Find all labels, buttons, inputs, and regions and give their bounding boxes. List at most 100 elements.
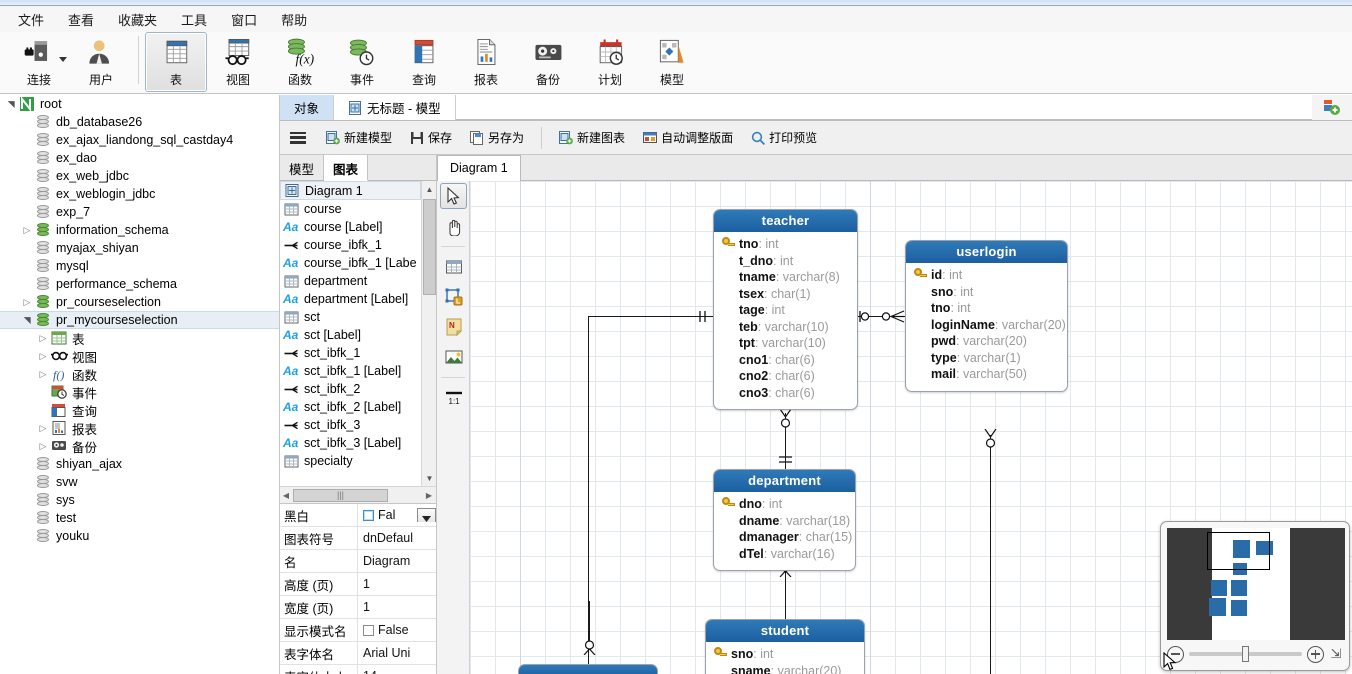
model-list-vscrollbar[interactable]: ▲ ▼	[421, 181, 436, 486]
tree-node-4[interactable]: ex_web_jdbc	[0, 167, 279, 185]
entity-field[interactable]: tpt: varchar(10)	[722, 335, 849, 352]
zoom-out-icon[interactable]	[1167, 645, 1184, 663]
property-value[interactable]: 1	[358, 577, 436, 591]
menu-item-1[interactable]: 查看	[56, 6, 106, 33]
tree-node-6[interactable]: exp_7	[0, 203, 279, 221]
property-value[interactable]: Arial Uni	[358, 646, 436, 660]
entity-student[interactable]: student sno: int sname: varchar(20)	[705, 619, 865, 674]
properties-grid[interactable]: 黑白 Fal 图表符号 dnDefaul 名 Diagram 高度 (页) 1 宽度 (页) 1 显…	[280, 503, 436, 674]
property-row[interactable]: 表字体大小 14	[280, 665, 436, 674]
tree-twisty-closed[interactable]: ▷	[36, 351, 50, 362]
connection-tree-panel[interactable]: ◢ root db_database26 ex_ajax_liandong_sql_c…	[0, 95, 280, 674]
property-dropdown-arrow[interactable]	[417, 508, 436, 522]
tree-twisty-closed[interactable]: ▷	[36, 423, 50, 434]
model-toolbar-new-model[interactable]: 新建模型	[318, 125, 400, 150]
tree-twisty-closed[interactable]: ▷	[20, 297, 34, 308]
add-object-button[interactable]	[1312, 95, 1352, 120]
model-panel-tab-1[interactable]: 图表	[324, 155, 369, 181]
model-panel-tab-0[interactable]: 模型	[280, 155, 325, 180]
model-toolbar-new-diagram[interactable]: 新建图表	[551, 125, 633, 150]
toolbar-button-table[interactable]: 表	[145, 32, 207, 92]
tree-node-11[interactable]: ▷ pr_courseselection	[0, 293, 279, 311]
property-value[interactable]: False	[358, 623, 436, 637]
property-row[interactable]: 图表符号 dnDefaul	[280, 527, 436, 550]
property-row[interactable]: 宽度 (页) 1	[280, 596, 436, 619]
entity-field[interactable]: dTel: varchar(16)	[722, 546, 847, 563]
entity-field[interactable]: loginName: varchar(20)	[914, 317, 1066, 334]
model-list-hscrollbar[interactable]: ◀ ||| ▶	[280, 486, 436, 503]
toolbar-button-report[interactable]: 报表	[455, 32, 517, 92]
diagram-tool-pointer[interactable]	[440, 183, 467, 209]
toolbar-button-view[interactable]: 视图	[207, 32, 269, 92]
diagram-minimap[interactable]: ⇲	[1160, 521, 1350, 671]
entity-field[interactable]: id: int	[914, 267, 1059, 284]
property-row[interactable]: 名 Diagram	[280, 550, 436, 573]
zoom-slider[interactable]	[1189, 646, 1302, 662]
toolbar-button-function[interactable]: f(x) 函数	[269, 32, 331, 92]
resize-grip-icon[interactable]: ⇲	[1329, 646, 1343, 662]
vscroll-thumb[interactable]	[423, 199, 436, 295]
entity-field[interactable]: cno2: char(6)	[722, 368, 849, 385]
tree-twisty-closed[interactable]: ▷	[36, 369, 50, 380]
model-object-row[interactable]: Aa sct_ibfk_2 [Label]	[280, 398, 421, 416]
toolbar-button-query[interactable]: 查询	[393, 32, 455, 92]
toolbar-button-event[interactable]: 事件	[331, 32, 393, 92]
diagram-tool-note-tool[interactable]: N	[437, 312, 470, 342]
tree-node-17[interactable]: 查询	[0, 401, 279, 419]
tab-diagram-1[interactable]: Diagram 1	[437, 155, 521, 181]
model-object-row[interactable]: course	[280, 200, 421, 218]
diagram-tool-table-tool[interactable]	[437, 252, 470, 282]
tree-node-15[interactable]: ▷ f() 函数	[0, 365, 279, 383]
tree-node-0[interactable]: ◢ root	[0, 95, 279, 113]
scroll-right-arrow[interactable]: ▶	[422, 491, 436, 500]
minimap-viewport-area[interactable]	[1167, 528, 1345, 640]
property-row[interactable]: 显示模式名 False	[280, 619, 436, 642]
toolbar-button-model[interactable]: 模型	[641, 32, 703, 92]
tree-node-1[interactable]: db_database26	[0, 113, 279, 131]
menu-item-3[interactable]: 工具	[169, 6, 219, 33]
model-object-row[interactable]: Aa course [Label]	[280, 218, 421, 236]
property-value[interactable]: 14	[358, 669, 436, 674]
model-object-row[interactable]: sct_ibfk_3	[280, 416, 421, 434]
entity-field[interactable]: pwd: varchar(20)	[914, 333, 1059, 350]
property-row[interactable]: 黑白 Fal	[280, 504, 436, 527]
model-toolbar-save[interactable]: 保存	[402, 125, 460, 150]
model-object-row[interactable]: Aa course_ibfk_1 [Labe	[280, 254, 421, 272]
tree-node-3[interactable]: ex_dao	[0, 149, 279, 167]
tree-node-2[interactable]: ex_ajax_liandong_sql_castday4	[0, 131, 279, 149]
tree-node-23[interactable]: test	[0, 509, 279, 527]
model-object-row[interactable]: Aa sct_ibfk_1 [Label]	[280, 362, 421, 380]
scroll-up-arrow[interactable]: ▲	[422, 181, 436, 197]
toolbar-button-user[interactable]: 用户	[70, 32, 132, 92]
entity-field[interactable]: type: varchar(1)	[914, 350, 1059, 367]
entity-header[interactable]: userlogin	[906, 241, 1067, 263]
model-toolbar-save-as[interactable]: 另存为	[462, 125, 532, 150]
tab-model-document[interactable]: 无标题 - 模型	[334, 95, 456, 120]
model-object-row[interactable]: Aa sct_ibfk_3 [Label]	[280, 434, 421, 452]
tree-node-7[interactable]: ▷ information_schema	[0, 221, 279, 239]
entity-field[interactable]: teb: varchar(10)	[722, 319, 849, 336]
entity-field[interactable]: cno1: char(6)	[722, 352, 849, 369]
minimap-viewport-rect[interactable]	[1207, 532, 1270, 570]
property-row[interactable]: 表字体名 Arial Uni	[280, 642, 436, 665]
model-toolbar-print-preview[interactable]: 打印预览	[743, 125, 825, 150]
chevron-down-icon[interactable]	[59, 57, 67, 62]
tree-node-13[interactable]: ▷ 表	[0, 329, 279, 347]
entity-field[interactable]: sname: varchar(20)	[714, 663, 856, 674]
zoom-slider-knob[interactable]	[1242, 646, 1250, 662]
tree-node-12[interactable]: ◢ pr_mycourseselection	[0, 311, 279, 329]
property-value[interactable]: 1	[358, 600, 436, 614]
toolbar-button-backup[interactable]: 备份	[517, 32, 579, 92]
diagram-tool-label-tool[interactable]: L	[437, 282, 470, 312]
tree-node-21[interactable]: svw	[0, 473, 279, 491]
property-value[interactable]: dnDefaul	[358, 531, 436, 545]
entity-header[interactable]: department	[714, 470, 855, 492]
tree-node-22[interactable]: sys	[0, 491, 279, 509]
tree-twisty-closed[interactable]: ▷	[36, 333, 50, 344]
entity-field[interactable]: t_dno: int	[722, 253, 849, 270]
model-toolbar-auto-layout[interactable]: 自动调整版面	[635, 125, 741, 150]
diagram-tool-image-tool[interactable]	[437, 342, 470, 372]
tree-node-8[interactable]: myajax_shiyan	[0, 239, 279, 257]
tree-node-10[interactable]: performance_schema	[0, 275, 279, 293]
entity-field[interactable]: cno3: char(6)	[722, 385, 849, 402]
